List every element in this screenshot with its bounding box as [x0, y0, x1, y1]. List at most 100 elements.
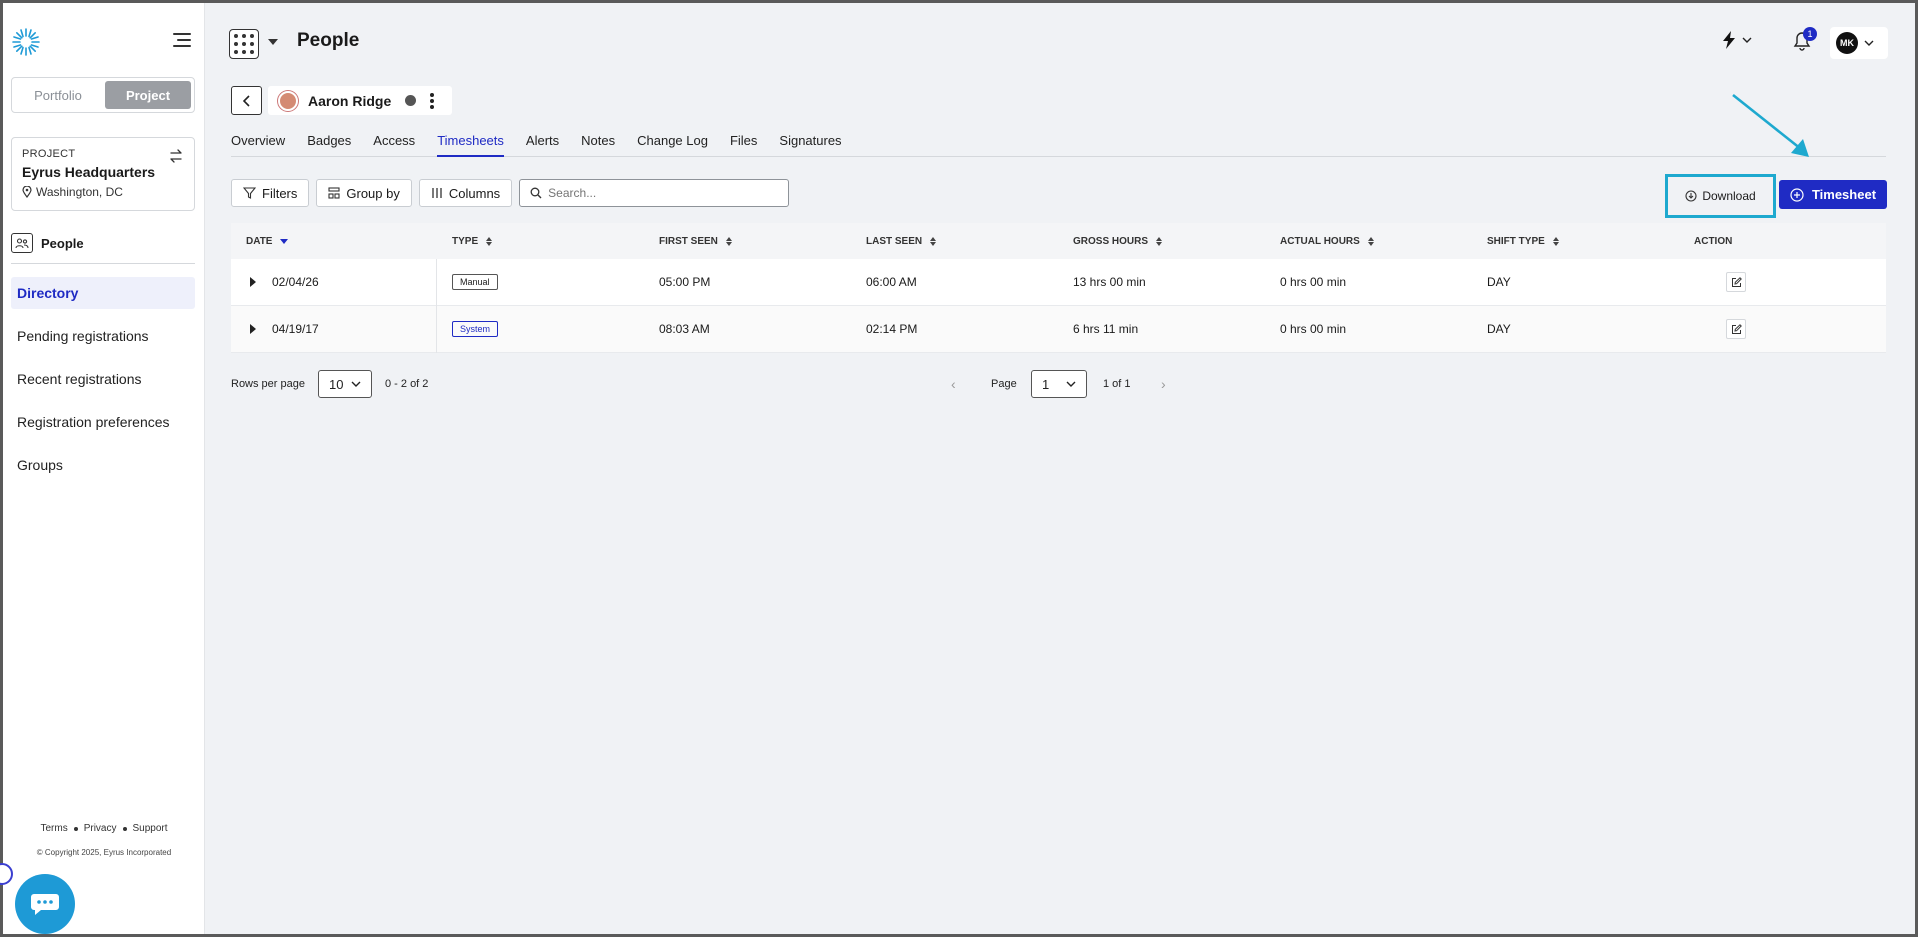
expand-row-icon[interactable]	[250, 277, 256, 287]
sidebar-item-groups[interactable]: Groups	[11, 449, 195, 481]
sidebar-nav: Directory Pending registrations Recent r…	[11, 277, 195, 492]
actual-hours-cell: 0 hrs 00 min	[1280, 322, 1347, 336]
table-row: 04/19/17 System 08:03 AM 02:14 PM 6 hrs …	[231, 305, 1886, 353]
chevron-down-icon	[1864, 40, 1874, 46]
columns-button[interactable]: Columns	[418, 179, 513, 207]
app-launcher-icon[interactable]	[229, 29, 259, 59]
type-cell: System	[437, 306, 644, 353]
project-location-text: Washington, DC	[36, 185, 123, 199]
column-header-actual-hours[interactable]: ACTUAL HOURS	[1265, 223, 1472, 259]
tab-files[interactable]: Files	[730, 133, 757, 157]
project-label: PROJECT	[22, 148, 76, 160]
page-count: 1 of 1	[1103, 378, 1131, 390]
status-dot	[405, 95, 417, 106]
edit-button[interactable]	[1726, 272, 1746, 292]
rows-per-page-select[interactable]: 10	[318, 370, 372, 398]
tab-overview[interactable]: Overview	[231, 133, 285, 157]
more-options-icon[interactable]	[426, 92, 438, 109]
collapse-handle-icon[interactable]	[0, 863, 13, 885]
action-cell	[1679, 259, 1886, 306]
table-row: 02/04/26 Manual 05:00 PM 06:00 AM 13 hrs…	[231, 258, 1886, 306]
page-select[interactable]: 1	[1031, 370, 1087, 398]
annotation-arrow-icon	[1732, 93, 1809, 157]
download-button[interactable]: Download	[1665, 174, 1776, 218]
swap-icon[interactable]	[168, 148, 184, 164]
bolt-icon	[1723, 31, 1735, 49]
last-seen-cell: 06:00 AM	[866, 275, 917, 289]
tab-badges[interactable]: Badges	[307, 133, 351, 157]
rows-per-page-value: 10	[329, 376, 344, 392]
user-menu[interactable]: MK	[1830, 27, 1888, 59]
next-page-icon[interactable]: ›	[1161, 376, 1166, 392]
project-location: Washington, DC	[22, 185, 184, 199]
add-timesheet-button[interactable]: Timesheet	[1779, 180, 1887, 209]
gross-hours-cell: 13 hrs 00 min	[1073, 275, 1146, 289]
last-seen-cell: 02:14 PM	[866, 322, 918, 336]
expand-row-icon[interactable]	[250, 324, 256, 334]
first-seen-cell: 05:00 PM	[659, 275, 711, 289]
eyrus-logo[interactable]	[11, 27, 41, 57]
back-button[interactable]	[231, 86, 262, 115]
column-header-type[interactable]: TYPE	[437, 223, 644, 259]
filters-label: Filters	[262, 185, 298, 201]
project-card[interactable]: PROJECT Eyrus Headquarters Washington, D…	[11, 137, 195, 211]
group-by-button[interactable]: Group by	[316, 179, 412, 207]
table-header: DATE TYPE FIRST SEEN LAST SEEN GROSS HOU…	[231, 223, 1886, 259]
tab-timesheets[interactable]: Timesheets	[437, 133, 504, 157]
columns-icon	[432, 188, 442, 198]
privacy-link[interactable]: Privacy	[84, 823, 117, 834]
shift-type-cell: DAY	[1487, 322, 1511, 336]
location-pin-icon	[22, 186, 32, 198]
notifications-button[interactable]: 1	[1793, 27, 1817, 53]
person-header: Aaron Ridge	[231, 86, 453, 115]
tab-change-log[interactable]: Change Log	[637, 133, 708, 157]
sidebar-item-recent-registrations[interactable]: Recent registrations	[11, 363, 195, 395]
quick-actions-button[interactable]	[1722, 31, 1752, 49]
table-toolbar: Filters Group by Columns	[231, 179, 790, 207]
sidebar-item-registration-preferences[interactable]: Registration preferences	[11, 406, 195, 438]
column-header-last-seen[interactable]: LAST SEEN	[851, 223, 1058, 259]
chat-button[interactable]	[15, 874, 75, 934]
notification-badge: 1	[1803, 27, 1817, 41]
people-section-header: People	[11, 233, 84, 253]
copyright: © Copyright 2025, Eyrus Incorporated	[36, 848, 172, 857]
sidebar-item-directory[interactable]: Directory	[11, 277, 195, 309]
tab-signatures[interactable]: Signatures	[779, 133, 841, 157]
terms-link[interactable]: Terms	[40, 823, 67, 834]
column-header-gross-hours[interactable]: GROSS HOURS	[1058, 223, 1265, 259]
menu-icon[interactable]	[173, 33, 191, 49]
filters-button[interactable]: Filters	[231, 179, 310, 207]
tab-alerts[interactable]: Alerts	[526, 133, 559, 157]
filter-icon	[243, 187, 256, 199]
prev-page-icon[interactable]: ‹	[951, 376, 956, 392]
column-header-date[interactable]: DATE	[231, 223, 437, 259]
column-header-shift-type[interactable]: SHIFT TYPE	[1472, 223, 1679, 259]
sort-icon	[1552, 236, 1559, 246]
edit-button[interactable]	[1726, 319, 1746, 339]
sort-icon	[1367, 236, 1374, 246]
row-range: 0 - 2 of 2	[385, 378, 429, 390]
type-tag: System	[452, 321, 499, 337]
tab-notes[interactable]: Notes	[581, 133, 615, 157]
column-header-first-seen[interactable]: FIRST SEEN	[644, 223, 851, 259]
support-link[interactable]: Support	[133, 823, 168, 834]
separator-dot	[122, 826, 127, 831]
scope-portfolio[interactable]: Portfolio	[15, 81, 101, 109]
top-bar: People 1 MK	[206, 3, 1918, 83]
page-value: 1	[1042, 376, 1050, 392]
date-cell: 02/04/26	[231, 258, 437, 306]
main-content: People 1 MK Aaron Ridge Overview Badges …	[206, 3, 1918, 934]
scope-project[interactable]: Project	[105, 81, 191, 109]
search-input[interactable]	[548, 186, 779, 200]
tab-access[interactable]: Access	[373, 133, 415, 157]
people-section-label: People	[41, 235, 84, 251]
download-label: Download	[1702, 189, 1756, 203]
chevron-down-icon[interactable]	[268, 39, 278, 45]
sidebar-item-pending-registrations[interactable]: Pending registrations	[11, 320, 195, 352]
sort-icon	[1156, 236, 1163, 246]
first-seen-cell: 08:03 AM	[659, 322, 710, 336]
chat-icon	[31, 894, 59, 915]
type-cell: Manual	[437, 259, 644, 306]
action-cell	[1679, 306, 1886, 353]
chevron-down-icon	[1742, 37, 1752, 43]
